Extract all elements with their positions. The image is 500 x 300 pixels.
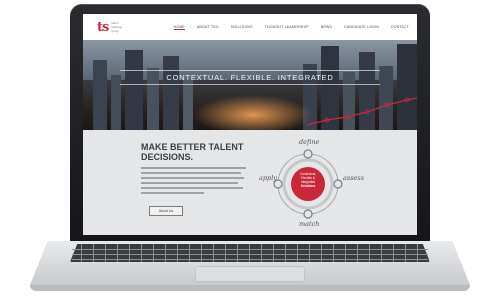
nav-item-contact[interactable]: Contact: [391, 25, 409, 30]
text-line: [141, 192, 204, 194]
skyline-building: [125, 50, 143, 130]
diagram-label-match: match: [299, 220, 320, 228]
logo-letters: ts: [97, 19, 109, 35]
diagram-label-assess: assess: [343, 174, 365, 182]
keyboard-row-divider: [72, 254, 428, 255]
headline-line-2: Decisions.: [141, 152, 194, 162]
laptop-scene: ts talent strategy group Home About TSG …: [0, 0, 500, 300]
text-line: [141, 177, 244, 179]
text-line: [141, 167, 246, 169]
hero-title-text: Contextual. Flexible. Integrated: [120, 70, 380, 85]
diagram-center-text: Contextual, Flexible & Integrated Soluti…: [293, 172, 323, 188]
laptop-base-shadow: [30, 285, 470, 291]
nav-item-about[interactable]: About TSG: [197, 25, 219, 30]
section-headline: Make Better Talent Decisions.: [141, 142, 243, 162]
skyline-building: [183, 80, 193, 130]
logo-mark: ts: [97, 19, 109, 35]
laptop-screen: ts talent strategy group Home About TSG …: [83, 14, 417, 235]
diagram-label-define: define: [299, 138, 320, 146]
diagram-label-apply: apply: [259, 174, 277, 182]
text-line: [141, 172, 241, 174]
text-line: [141, 187, 243, 189]
site-header: ts talent strategy group Home About TSG …: [83, 14, 417, 40]
nav-item-home[interactable]: Home: [173, 25, 185, 30]
laptop-trackpad: [195, 266, 305, 282]
nav-item-thought-leadership[interactable]: Thought Leadership: [265, 25, 309, 30]
text-line: [141, 182, 238, 184]
main-nav: Home About TSG Solutions Thought Leaders…: [173, 25, 409, 30]
nav-item-solutions[interactable]: Solutions: [231, 25, 253, 30]
logo-tagline: talent strategy group: [111, 21, 122, 33]
hero-banner: Contextual. Flexible. Integrated: [83, 40, 417, 130]
nav-item-news[interactable]: News: [321, 25, 332, 30]
intro-paragraph-placeholder: [141, 167, 246, 197]
about-us-button[interactable]: About Us: [149, 206, 183, 216]
intro-section: Make Better Talent Decisions. About Us: [83, 130, 417, 235]
nav-item-candidate-login[interactable]: Candidate Login: [344, 25, 379, 30]
center-line-4: Solutions: [300, 184, 316, 188]
process-diagram: define apply assess match Contextual, Fl…: [259, 138, 364, 230]
headline-line-1: Make Better Talent: [141, 142, 244, 152]
city-lights-glow: [193, 95, 313, 130]
trend-line-graphic: [307, 97, 417, 126]
skyline-building: [163, 56, 179, 130]
site-logo[interactable]: ts talent strategy group: [97, 20, 129, 35]
keyboard-row-divider: [72, 249, 428, 250]
keyboard-row-divider: [72, 259, 428, 260]
hero-title: Contextual. Flexible. Integrated: [83, 70, 417, 85]
